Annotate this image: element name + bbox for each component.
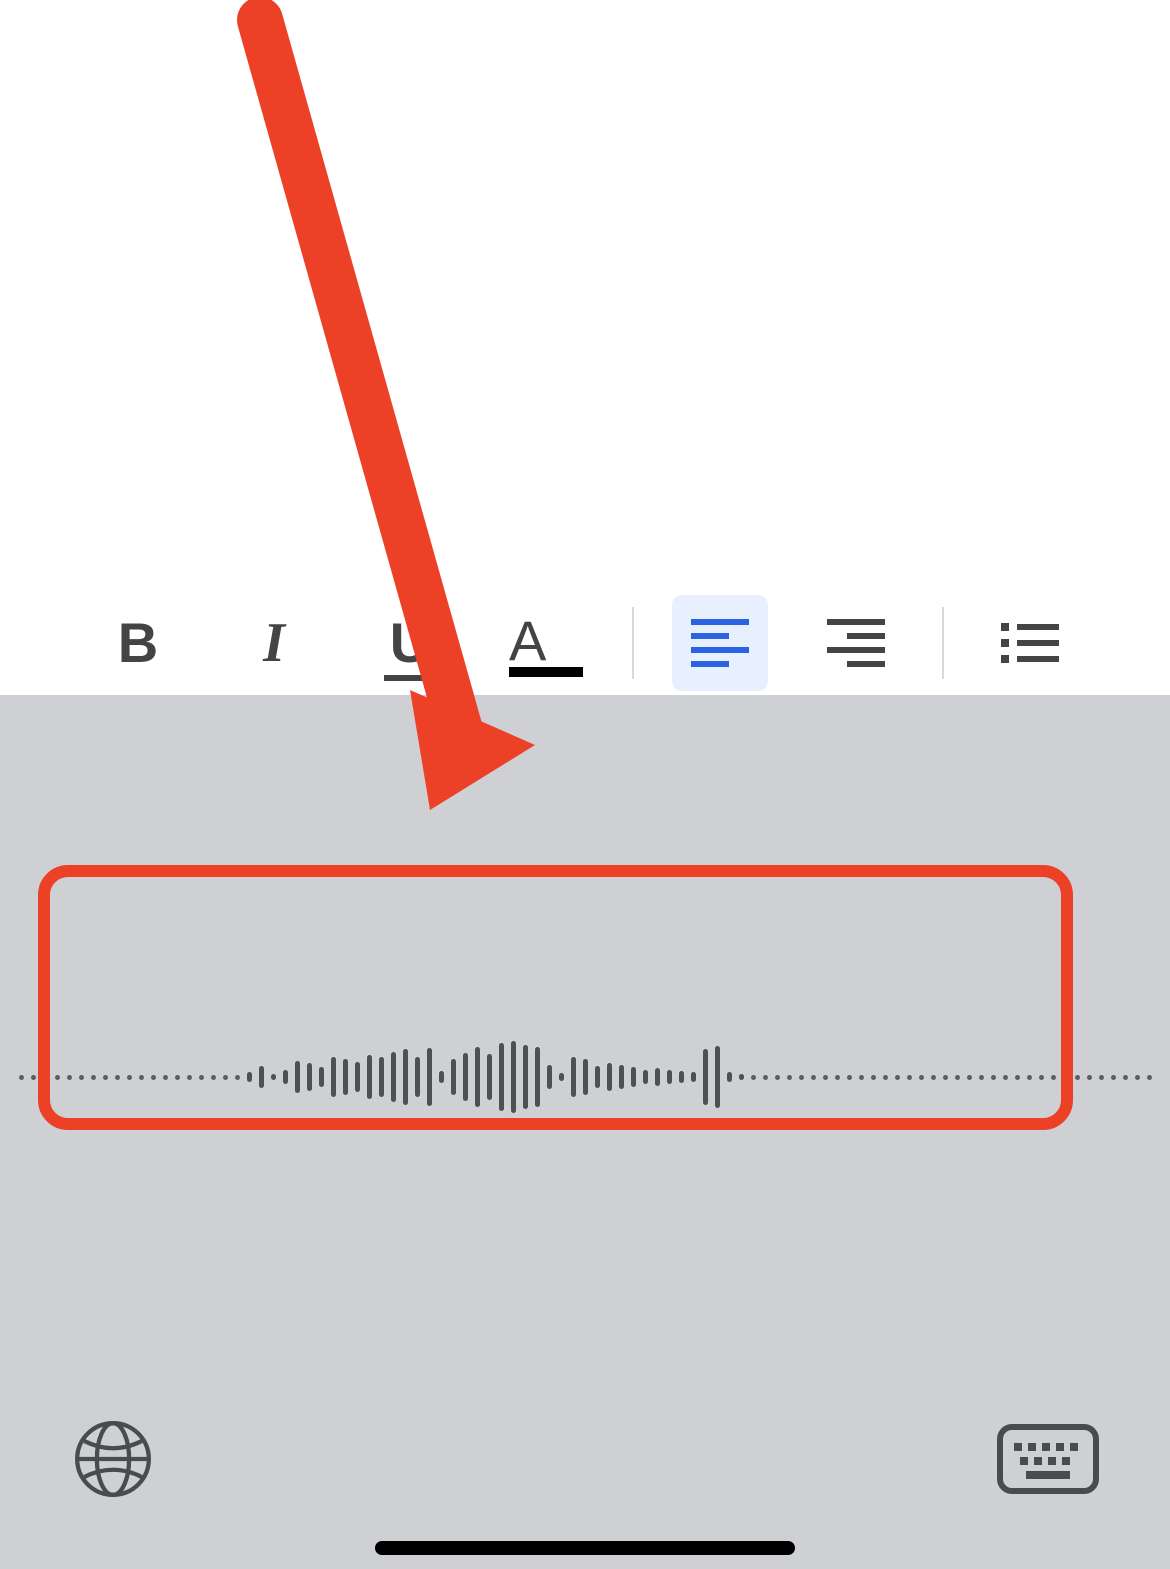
- bold-button[interactable]: B: [90, 595, 186, 691]
- bullet-list-icon: [1001, 619, 1059, 667]
- toolbar-separator: [942, 607, 944, 679]
- dictation-panel: [0, 695, 1170, 1569]
- show-keyboard-button[interactable]: [996, 1423, 1100, 1495]
- text-color-button[interactable]: A: [498, 595, 594, 691]
- keyboard-bottom-row: [0, 1399, 1170, 1519]
- language-globe-button[interactable]: [70, 1416, 156, 1502]
- align-right-icon: [827, 618, 885, 668]
- align-left-icon: [691, 618, 749, 668]
- globe-icon: [70, 1416, 156, 1502]
- toolbar-separator: [632, 607, 634, 679]
- italic-button[interactable]: I: [226, 595, 322, 691]
- dictation-waveform: [0, 1007, 1170, 1147]
- editor-area[interactable]: [0, 0, 1170, 590]
- italic-icon: I: [263, 611, 285, 675]
- home-indicator[interactable]: [375, 1541, 795, 1555]
- align-left-button[interactable]: [672, 595, 768, 691]
- bullet-list-button[interactable]: [982, 595, 1078, 691]
- text-color-icon: A: [509, 608, 583, 677]
- formatting-toolbar: B I U A: [0, 590, 1170, 695]
- underline-icon: U: [390, 610, 430, 675]
- underline-button[interactable]: U: [362, 595, 458, 691]
- align-right-button[interactable]: [808, 595, 904, 691]
- keyboard-icon: [996, 1423, 1100, 1495]
- bold-icon: B: [118, 610, 158, 675]
